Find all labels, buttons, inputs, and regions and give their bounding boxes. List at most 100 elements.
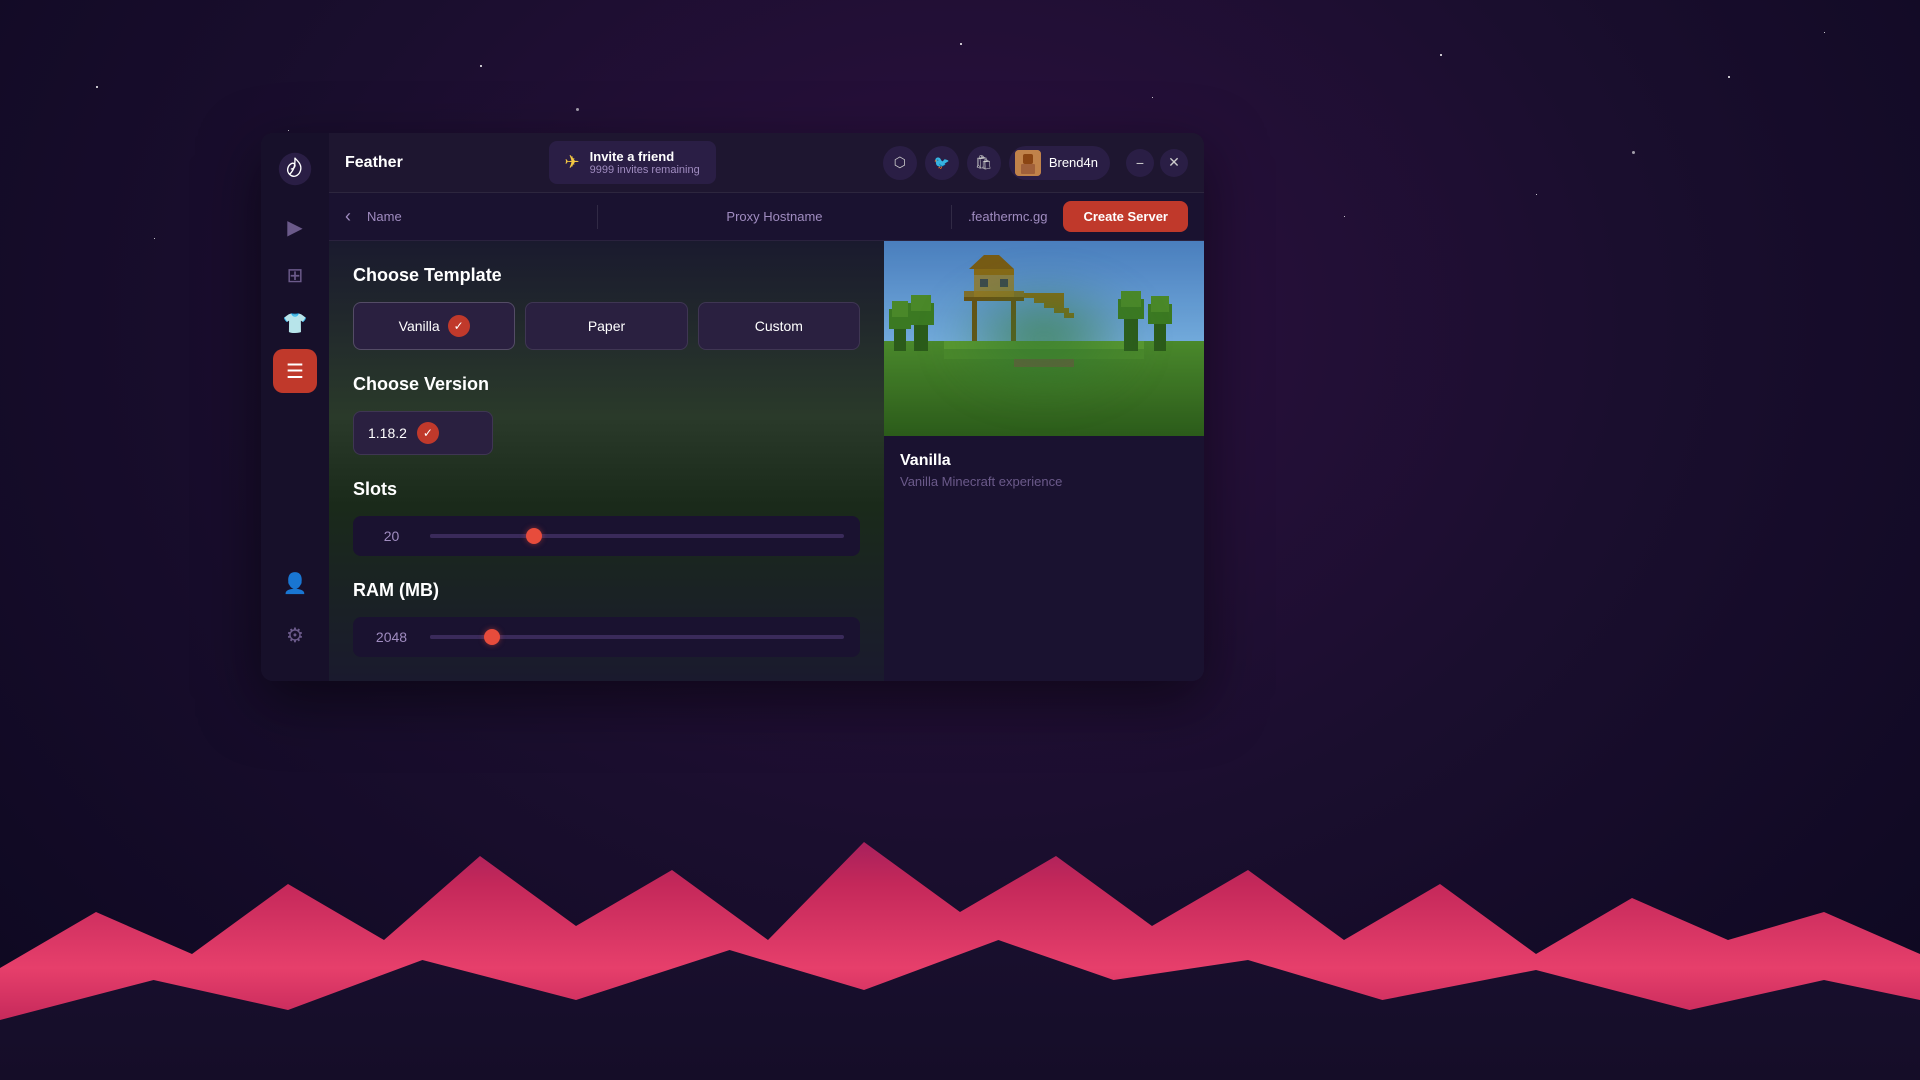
- template-section: Choose Template Vanilla ✓ Paper Custom: [353, 265, 860, 350]
- custom-label: Custom: [755, 318, 803, 334]
- shirt-icon: 👕: [283, 311, 308, 336]
- template-vanilla-button[interactable]: Vanilla ✓: [353, 302, 515, 350]
- paper-plane-icon: ✈: [565, 152, 580, 173]
- window-controls: − ✕: [1126, 149, 1188, 177]
- vanilla-check-icon: ✓: [448, 315, 470, 337]
- back-button[interactable]: ‹: [345, 206, 351, 227]
- preview-image: [884, 241, 1204, 436]
- ram-slider-fill: [430, 635, 492, 639]
- star: [1152, 97, 1153, 98]
- invite-title: Invite a friend: [590, 149, 700, 164]
- proxy-hostname-field[interactable]: Proxy Hostname: [614, 209, 935, 224]
- domain-field: .feathermc.gg: [968, 209, 1048, 224]
- name-field[interactable]: Name: [367, 209, 581, 224]
- ram-value: 2048: [369, 629, 414, 645]
- minimize-button[interactable]: −: [1126, 149, 1154, 177]
- close-button[interactable]: ✕: [1160, 149, 1188, 177]
- ram-slider-thumb[interactable]: [484, 629, 500, 645]
- version-section: Choose Version 1.18.2 ✓: [353, 374, 860, 455]
- header-actions: ⬡ 🐦 🛍 Brend4n −: [883, 146, 1188, 180]
- toolbar: ‹ Name Proxy Hostname .feathermc.gg Crea…: [329, 193, 1204, 241]
- preview-info: Vanilla Vanilla Minecraft experience: [884, 436, 1204, 505]
- sidebar-item-play[interactable]: ▶: [273, 205, 317, 249]
- star: [1344, 216, 1345, 217]
- star: [960, 43, 962, 45]
- main-content: ‹ Name Proxy Hostname .feathermc.gg Crea…: [329, 193, 1204, 681]
- window-header: Feather ✈ Invite a friend 9999 invites r…: [261, 133, 1204, 193]
- sidebar-bottom: 👤 ⚙: [273, 561, 317, 665]
- invite-banner[interactable]: ✈ Invite a friend 9999 invites remaining: [549, 141, 716, 184]
- slots-slider-container: 20: [353, 516, 860, 556]
- star: [576, 108, 579, 111]
- app-title: Feather: [345, 154, 403, 172]
- sidebar: ▶ ⊞ 👕 ☰ 👤 ⚙: [261, 133, 329, 681]
- feather-logo-icon: [277, 151, 313, 187]
- preview-name: Vanilla: [900, 452, 1188, 470]
- content-area: Choose Template Vanilla ✓ Paper Custom: [329, 241, 1204, 681]
- sidebar-item-profile[interactable]: 👤: [273, 561, 317, 605]
- version-button[interactable]: 1.18.2 ✓: [353, 411, 493, 455]
- minecraft-preview-svg: [884, 241, 1204, 436]
- servers-icon: ☰: [286, 359, 304, 384]
- create-server-button[interactable]: Create Server: [1063, 201, 1188, 232]
- sidebar-navigation: ▶ ⊞ 👕 ☰: [273, 205, 317, 553]
- template-buttons: Vanilla ✓ Paper Custom: [353, 302, 860, 350]
- main-window: Feather ✈ Invite a friend 9999 invites r…: [261, 133, 1204, 681]
- slots-title: Slots: [353, 479, 860, 500]
- version-label: 1.18.2: [368, 425, 407, 441]
- paper-label: Paper: [588, 318, 625, 334]
- vanilla-label: Vanilla: [399, 318, 440, 334]
- version-check-icon: ✓: [417, 422, 439, 444]
- sidebar-item-servers[interactable]: ☰: [273, 349, 317, 393]
- sidebar-item-settings[interactable]: ⚙: [273, 613, 317, 657]
- bag-icon: 🛍: [975, 154, 993, 171]
- star: [288, 130, 289, 131]
- invite-text: Invite a friend 9999 invites remaining: [590, 149, 700, 176]
- discord-button[interactable]: ⬡: [883, 146, 917, 180]
- star: [154, 238, 155, 239]
- star: [480, 65, 482, 67]
- mountains-background: [0, 760, 1920, 1080]
- preview-description: Vanilla Minecraft experience: [900, 474, 1188, 489]
- slots-slider-track[interactable]: [430, 534, 844, 538]
- star: [96, 86, 98, 88]
- slots-slider-fill: [430, 534, 534, 538]
- twitter-icon: 🐦: [934, 155, 950, 171]
- star: [1440, 54, 1442, 56]
- star: [1824, 32, 1825, 33]
- slots-value: 20: [369, 528, 414, 544]
- star: [1728, 76, 1730, 78]
- user-chip[interactable]: Brend4n: [1009, 146, 1110, 180]
- username-label: Brend4n: [1049, 155, 1098, 170]
- logo-area: Feather: [345, 154, 465, 172]
- profile-icon: 👤: [283, 571, 308, 596]
- invite-subtitle: 9999 invites remaining: [590, 164, 700, 176]
- template-paper-button[interactable]: Paper: [525, 302, 687, 350]
- avatar: [1015, 150, 1041, 176]
- sidebar-logo: [275, 149, 315, 189]
- toolbar-divider-2: [951, 205, 952, 229]
- template-custom-button[interactable]: Custom: [698, 302, 860, 350]
- right-panel: Vanilla Vanilla Minecraft experience: [884, 241, 1204, 681]
- choose-version-title: Choose Version: [353, 374, 860, 395]
- toolbar-divider: [597, 205, 598, 229]
- avatar-icon: [1015, 150, 1041, 176]
- ram-section: RAM (MB) 2048: [353, 580, 860, 657]
- sidebar-item-overview[interactable]: ⊞: [273, 253, 317, 297]
- choose-template-title: Choose Template: [353, 265, 860, 286]
- sidebar-item-shop[interactable]: 👕: [273, 301, 317, 345]
- ram-slider-track[interactable]: [430, 635, 844, 639]
- ram-slider-container: 2048: [353, 617, 860, 657]
- left-panel: Choose Template Vanilla ✓ Paper Custom: [329, 241, 884, 681]
- star: [1536, 194, 1537, 195]
- twitter-button[interactable]: 🐦: [925, 146, 959, 180]
- shop-button[interactable]: 🛍: [967, 146, 1001, 180]
- settings-icon: ⚙: [286, 623, 304, 648]
- ram-title: RAM (MB): [353, 580, 860, 601]
- grid-icon: ⊞: [287, 263, 304, 288]
- slots-slider-thumb[interactable]: [526, 528, 542, 544]
- close-icon: ✕: [1168, 154, 1180, 171]
- slots-section: Slots 20: [353, 479, 860, 556]
- star: [1632, 151, 1635, 154]
- minimize-icon: −: [1136, 155, 1144, 171]
